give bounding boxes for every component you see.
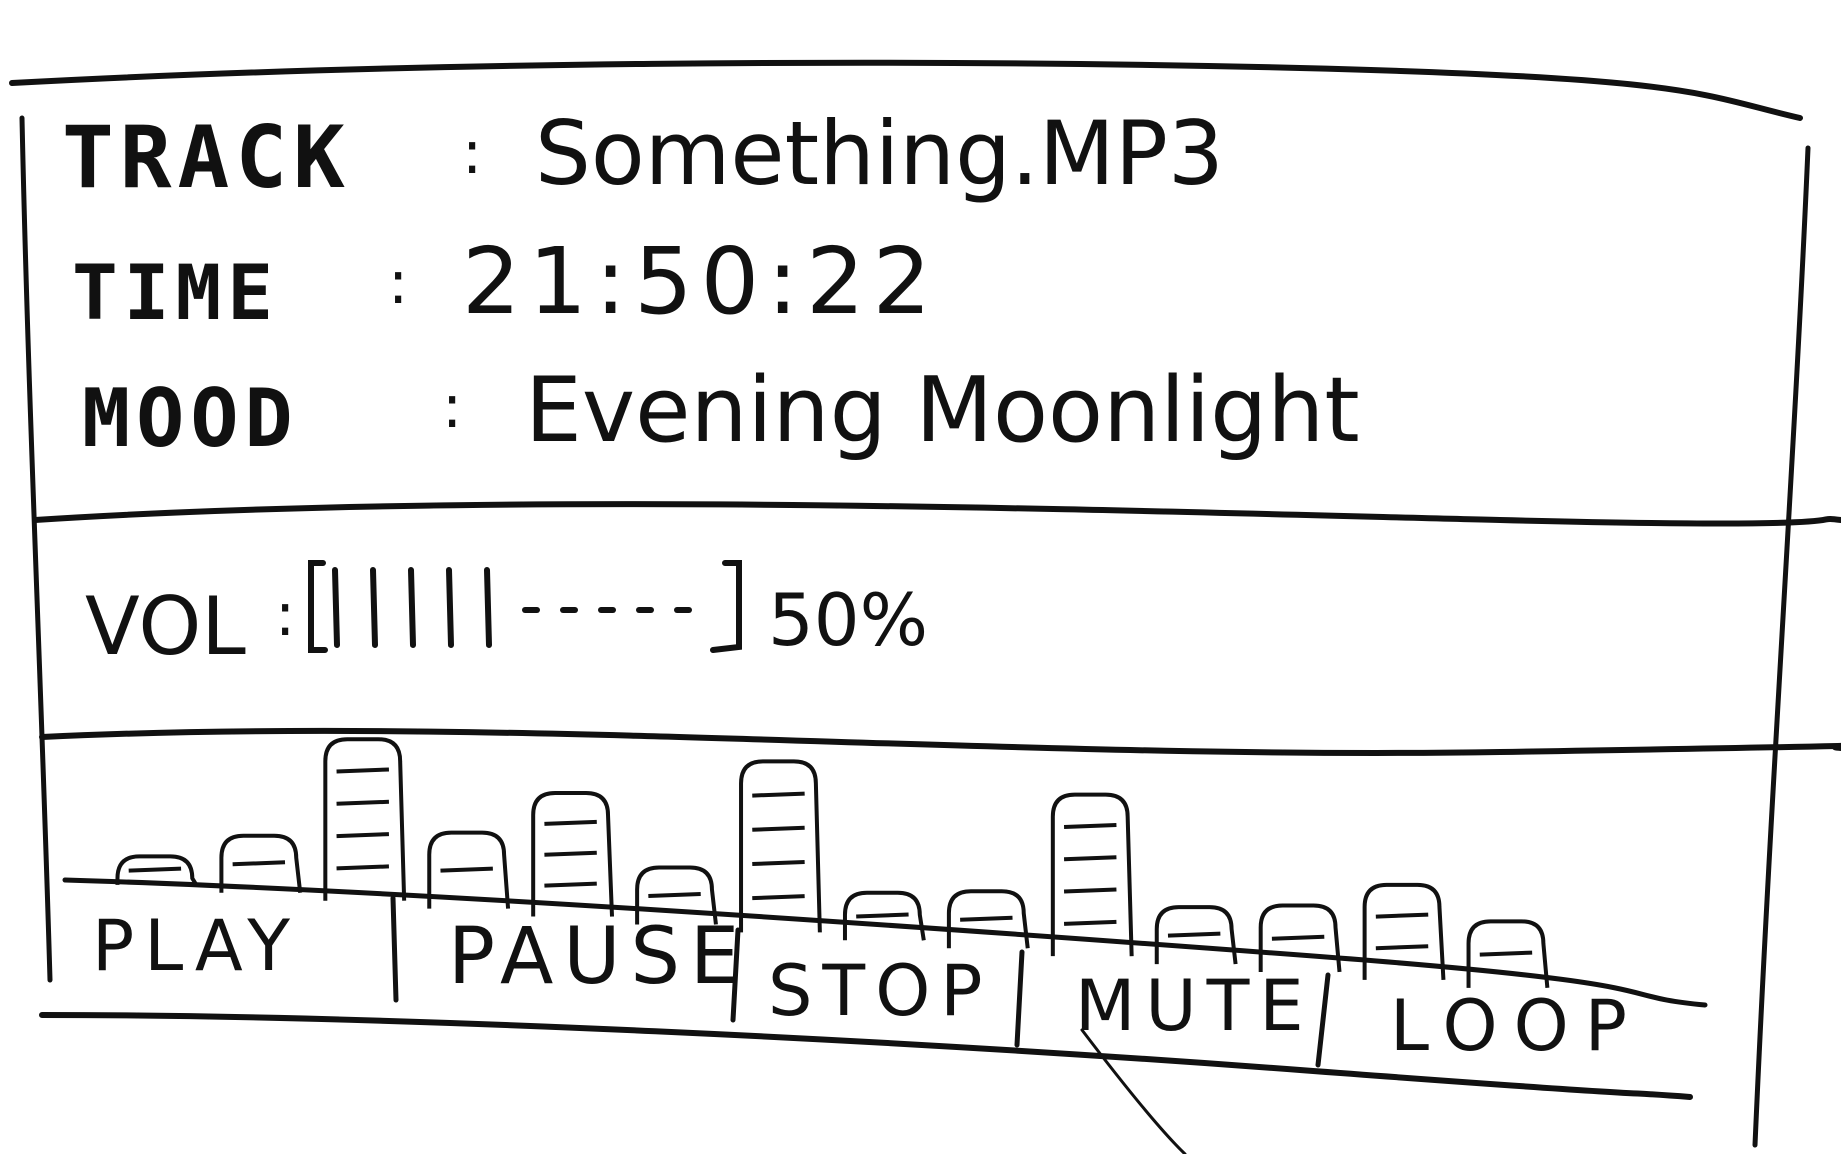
time-value: 21:50:22 — [462, 228, 940, 335]
equalizer-bar — [531, 791, 615, 917]
equalizer-bar-segment — [336, 832, 390, 839]
equalizer-bar — [1050, 792, 1134, 957]
equalizer-bar — [739, 759, 822, 933]
volume-meter[interactable] — [305, 555, 745, 655]
separator-mute-loop — [1315, 972, 1331, 1068]
pointer-line — [1080, 1028, 1187, 1154]
volume-bracket-left — [308, 560, 328, 653]
track-label: TRACK — [62, 108, 351, 208]
mood-colon: : — [442, 372, 463, 442]
time-label: TIME — [72, 248, 280, 337]
equalizer-bar-segment — [1063, 855, 1117, 862]
volume-bracket-right — [710, 560, 742, 653]
equalizer-bar-segment — [1375, 944, 1429, 951]
mute-button[interactable]: MUTE — [1075, 965, 1314, 1047]
frame-left-border — [19, 115, 53, 983]
equalizer-bar-segment — [232, 860, 286, 867]
equalizer-bar-segment — [128, 866, 182, 873]
equalizer-bar-segment — [752, 791, 805, 798]
equalizer-bar-segment — [1271, 934, 1325, 941]
info-divider — [32, 501, 1841, 527]
equalizer-bar — [323, 737, 407, 901]
volume-label: VOL — [85, 580, 246, 673]
equalizer-bar — [115, 854, 199, 886]
equalizer-bar — [427, 830, 511, 909]
volume-percent: 50% — [768, 578, 929, 662]
equalizer-bar-segment — [544, 819, 597, 826]
mood-label: MOOD — [82, 372, 299, 465]
pause-button[interactable]: PAUSE — [448, 912, 749, 1002]
volume-cell-filled — [408, 567, 416, 648]
volume-colon: : — [275, 580, 296, 650]
play-button[interactable]: PLAY — [92, 905, 300, 987]
equalizer-bar-segment — [960, 915, 1013, 922]
volume-cell-filled — [370, 567, 378, 648]
equalizer-bar-segment — [752, 825, 805, 832]
volume-cell-filled — [446, 567, 454, 648]
equalizer-bar-segment — [648, 891, 701, 898]
equalizer-bar — [842, 890, 926, 941]
equalizer-bar — [1362, 882, 1446, 981]
equalizer-bar-segment — [752, 859, 805, 866]
volume-divider — [39, 727, 1841, 756]
separator-play-pause — [390, 895, 399, 1003]
stop-button[interactable]: STOP — [768, 950, 993, 1032]
equalizer-bar — [1154, 905, 1238, 965]
equalizer-bar-segment — [1063, 887, 1117, 894]
equalizer-bar-segment — [1479, 950, 1533, 957]
mood-value: Evening Moonlight — [525, 358, 1360, 463]
equalizer-bar-segment — [544, 881, 597, 888]
equalizer-bar-segment — [440, 866, 493, 873]
equalizer-bar — [1466, 919, 1550, 989]
equalizer-bar-segment — [856, 912, 909, 919]
equalizer-bar-segment — [336, 767, 390, 774]
equalizer-bar — [946, 889, 1030, 949]
equalizer-bar — [219, 833, 303, 893]
equalizer-bar — [1258, 903, 1342, 973]
frame-right-border — [1752, 145, 1811, 1148]
equalizer-bar-segment — [1167, 931, 1221, 938]
equalizer-bar-segment — [1375, 912, 1429, 919]
volume-cell-filled — [332, 567, 340, 648]
track-colon: : — [462, 118, 483, 188]
equalizer-bar-segment — [336, 799, 390, 806]
equalizer-bar-segment — [336, 864, 390, 871]
loop-button[interactable]: LOOP — [1390, 985, 1643, 1067]
equalizer-bar-segment — [544, 850, 597, 857]
separator-stop-mute — [1014, 949, 1025, 1048]
equalizer-bar-segment — [752, 894, 805, 901]
track-value: Something.MP3 — [535, 102, 1224, 205]
equalizer-bar-segment — [1063, 919, 1117, 926]
volume-cell-filled — [484, 567, 492, 648]
equalizer-bar-segment — [1063, 822, 1117, 829]
time-colon: : — [388, 248, 409, 318]
